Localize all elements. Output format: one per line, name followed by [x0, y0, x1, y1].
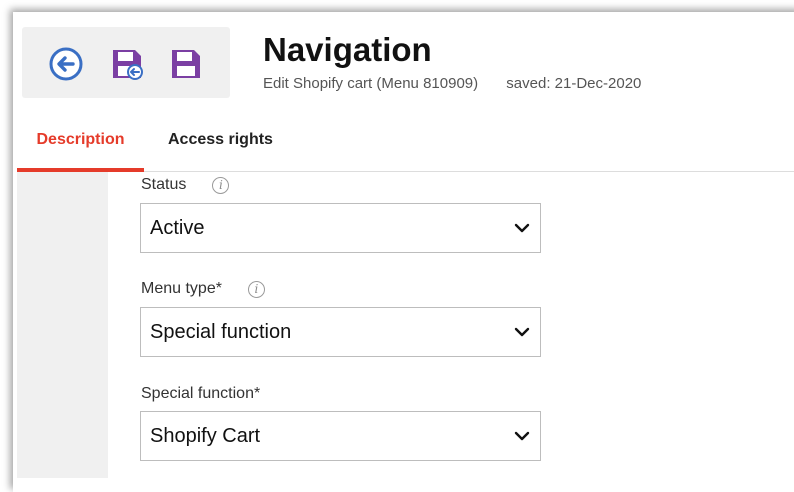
back-button[interactable] [49, 47, 83, 81]
menu-type-select[interactable]: Special function [140, 307, 541, 357]
chevron-down-icon [514, 327, 530, 337]
tab-bar: Description Access rights [17, 112, 794, 172]
status-label: Status [141, 176, 187, 193]
special-function-label-row: Special function* [141, 385, 260, 403]
save-icon [172, 50, 200, 78]
chevron-down-icon [514, 223, 530, 233]
left-panel [17, 172, 108, 478]
save-and-return-icon [113, 50, 143, 80]
menu-type-label-row: Menu type* i [141, 280, 265, 298]
special-function-select[interactable]: Shopify Cart [140, 411, 541, 461]
status-label-row: Status i [141, 176, 230, 194]
menu-type-value: Special function [150, 320, 292, 343]
page-title: Navigation [263, 31, 432, 68]
toolbar [22, 27, 230, 98]
chevron-down-icon [514, 431, 530, 441]
back-icon [49, 47, 83, 81]
save-and-return-button[interactable] [110, 47, 144, 81]
record-description: Edit Shopify cart (Menu 810909) [263, 75, 479, 92]
special-function-label: Special function* [141, 385, 261, 402]
save-button[interactable] [169, 47, 203, 81]
status-value: Active [150, 216, 205, 239]
tab-description[interactable]: Description [17, 112, 144, 172]
saved-date: saved: 21-Dec-2020 [506, 75, 642, 92]
info-icon[interactable]: i [212, 176, 230, 194]
status-select[interactable]: Active [140, 203, 541, 253]
special-function-value: Shopify Cart [150, 424, 261, 447]
info-icon[interactable]: i [247, 280, 265, 298]
tab-access-rights[interactable]: Access rights [168, 112, 273, 168]
page-subtitle: Edit Shopify cart (Menu 810909) saved: 2… [263, 75, 641, 92]
menu-type-label: Menu type* [141, 280, 222, 297]
